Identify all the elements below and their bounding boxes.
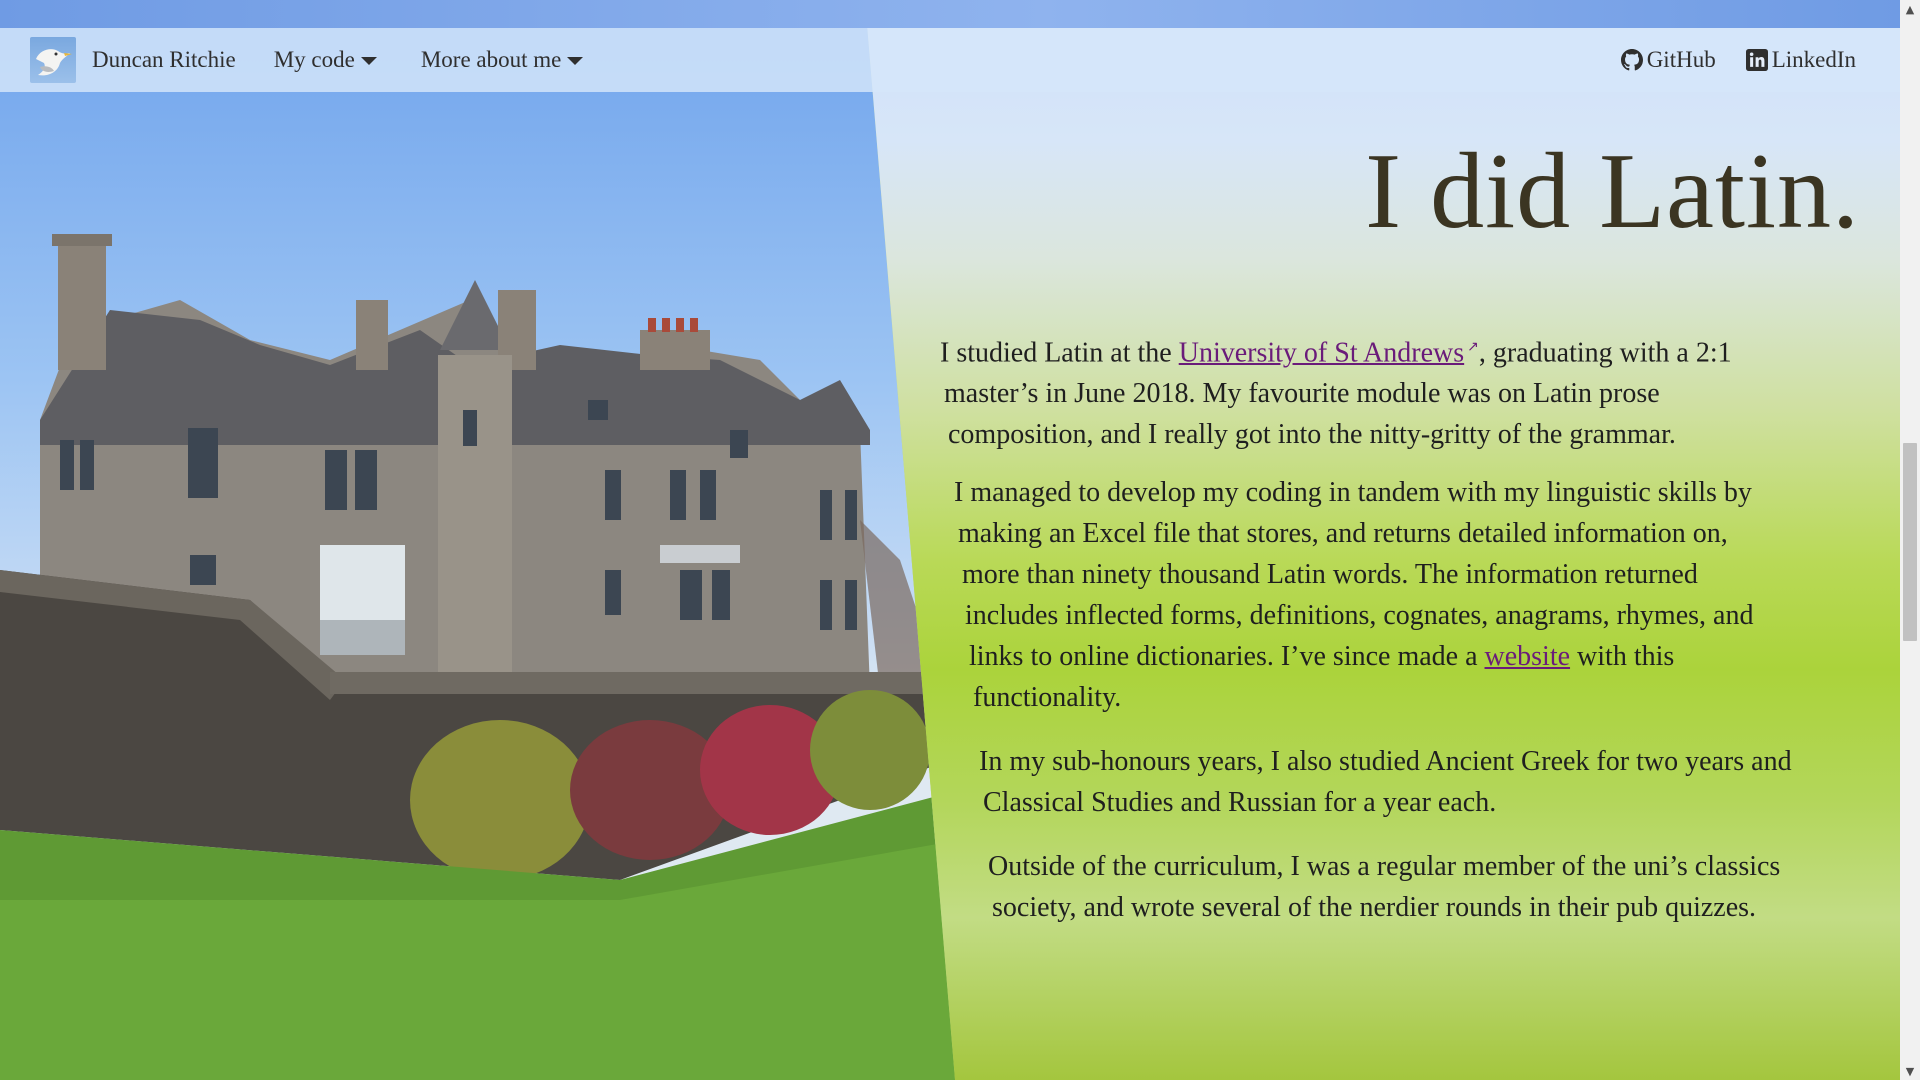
scroll-down-arrow-icon[interactable]: ▼	[1900, 1062, 1920, 1080]
linkedin-icon	[1745, 49, 1768, 71]
paragraph-line: Classical Studies and Russian for a year…	[983, 787, 1497, 818]
external-link-icon: ↗	[1467, 340, 1479, 355]
navbar: Duncan Ritchie My code More about me Git…	[0, 28, 1900, 92]
more-about-me-menu[interactable]: More about me	[421, 47, 584, 73]
paragraph-line: master’s in June 2018. My favourite modu…	[944, 378, 1660, 410]
paragraph-coding: I managed to develop my coding in tandem…	[954, 472, 1753, 718]
paragraph-line: In my sub-honours years, I also studied …	[979, 746, 1792, 777]
linkedin-link[interactable]: LinkedIn	[1745, 47, 1856, 73]
university-of-st-andrews-link[interactable]: University of St Andrews	[1179, 337, 1464, 368]
github-icon	[1620, 49, 1643, 71]
nav-right: GitHub LinkedIn	[1620, 47, 1856, 73]
paragraph-line: composition, and I really got into the n…	[948, 419, 1676, 451]
text-segment: links to online dictionaries. I’ve since…	[969, 641, 1485, 672]
seagull-logo-icon	[30, 37, 76, 83]
scroll-up-arrow-icon[interactable]: ▲	[1900, 0, 1920, 18]
top-strip	[0, 0, 1900, 28]
vertical-scrollbar[interactable]: ▲ ▼	[1900, 0, 1920, 1080]
paragraph-line: I studied Latin at the University of St …	[940, 327, 1732, 373]
brand-link[interactable]: Duncan Ritchie	[30, 37, 236, 83]
my-code-label: My code	[273, 47, 355, 72]
paragraph-line: more than ninety thousand Latin words. T…	[962, 559, 1698, 590]
text-segment: I studied Latin at the	[940, 337, 1179, 369]
paragraph-line: links to online dictionaries. I’ve since…	[969, 636, 1753, 677]
paragraph-extracurricular: Outside of the curriculum, I was a regul…	[988, 846, 1780, 928]
paragraph-line: making an Excel file that stores, and re…	[958, 518, 1728, 549]
my-code-menu[interactable]: My code	[274, 47, 377, 73]
paragraph-line: includes inflected forms, definitions, c…	[965, 600, 1754, 631]
scrollbar-thumb[interactable]	[1903, 443, 1917, 641]
paragraph-line: functionality.	[973, 682, 1122, 713]
more-about-me-label: More about me	[420, 47, 562, 72]
text-segment: , graduating with a 2:1	[1478, 337, 1732, 369]
linkedin-label: LinkedIn	[1771, 47, 1856, 72]
brand-name: Duncan Ritchie	[92, 47, 236, 72]
caret-down-icon	[360, 57, 377, 65]
paragraph-line: Outside of the curriculum, I was a regul…	[988, 851, 1781, 882]
text-segment: with this	[1570, 641, 1675, 672]
website-link[interactable]: website	[1485, 641, 1571, 672]
paragraph-line: society, and wrote several of the nerdie…	[992, 892, 1757, 923]
paragraph-line: I managed to develop my coding in tandem…	[954, 477, 1752, 508]
paragraph-studies: I studied Latin at the University of St …	[940, 327, 1732, 455]
st-andrews-building-image	[0, 234, 955, 1080]
github-link[interactable]: GitHub	[1620, 47, 1716, 73]
github-label: GitHub	[1646, 47, 1716, 72]
page-title: I did Latin.	[1365, 132, 1860, 251]
paragraph-sub-honours: In my sub-honours years, I also studied …	[979, 741, 1792, 823]
caret-down-icon	[567, 57, 584, 65]
